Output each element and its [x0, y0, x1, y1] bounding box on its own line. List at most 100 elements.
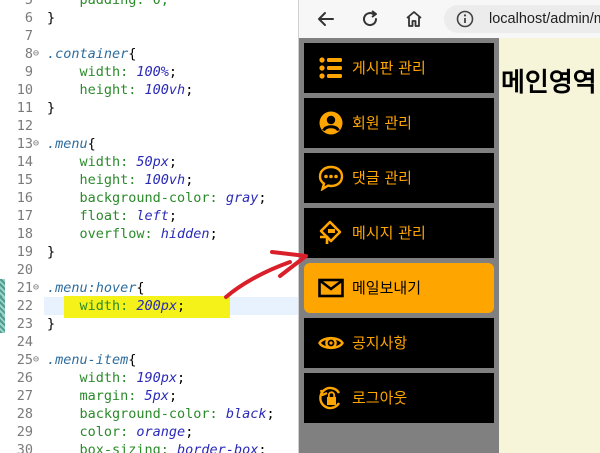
code-line[interactable]: 19}	[0, 243, 298, 261]
code-token: 200px	[136, 298, 178, 314]
code-text: }	[47, 99, 55, 117]
code-token: height:	[47, 82, 145, 98]
reload-icon[interactable]	[357, 6, 383, 32]
code-token: }	[47, 10, 56, 26]
code-token: width:	[47, 298, 137, 314]
code-token: ;	[168, 64, 178, 80]
code-line[interactable]: 29 color: orange;	[0, 423, 298, 441]
line-number: 20	[16, 262, 33, 278]
code-line[interactable]: 16 background-color: gray;	[0, 189, 298, 207]
code-token: ;	[185, 82, 194, 98]
code-line[interactable]: 12	[0, 117, 298, 135]
code-line[interactable]: 24	[0, 333, 298, 351]
code-token: }	[47, 244, 56, 260]
code-token: }	[47, 100, 56, 116]
code-line[interactable]: 17 float: left;	[0, 207, 298, 225]
code-text: .container{	[47, 45, 136, 63]
code-token: ;	[168, 154, 178, 170]
code-text: .menu:hover{	[47, 279, 145, 297]
line-number: 16	[16, 190, 33, 206]
code-line[interactable]: 7	[0, 27, 298, 45]
code-token: color:	[47, 424, 137, 440]
line-number: 13	[16, 136, 33, 152]
line-number: 18	[16, 226, 33, 242]
address-bar[interactable]: localhost/admin/m	[444, 5, 600, 33]
code-token: 100vh	[144, 172, 186, 188]
code-editor[interactable]: 5 padding: 0; 6} 7 8 ⊖ .container{9 width: 10…	[0, 0, 298, 453]
fold-toggle-icon[interactable]: ⊖	[33, 45, 43, 63]
menu-item-board[interactable]: 게시판 관리	[304, 43, 494, 93]
line-number: 8	[24, 46, 33, 62]
code-token: width:	[47, 370, 137, 386]
code-line[interactable]: 26 width: 190px;	[0, 369, 298, 387]
side-menu[interactable]: 게시판 관리 회원 관리 댓글 관리 메시지 관리 메일보내기 공지사항 로그아…	[299, 38, 499, 453]
code-token: ;	[168, 208, 178, 224]
code-line[interactable]: 27 margin: 5px;	[0, 387, 298, 405]
line-number: 12	[16, 118, 33, 134]
line-number: 15	[16, 172, 33, 188]
fold-toggle-icon[interactable]: ⊖	[33, 135, 43, 153]
code-token: ;	[209, 226, 218, 242]
code-line[interactable]: 13 ⊖ .menu{	[0, 135, 298, 153]
code-text: height: 100vh;	[47, 81, 194, 99]
code-token: height:	[47, 172, 145, 188]
fold-toggle-icon[interactable]: ⊖	[33, 351, 43, 369]
line-number: 9	[24, 64, 33, 80]
code-line[interactable]: 25 ⊖ .menu-item{	[0, 351, 298, 369]
code-line[interactable]: 20	[0, 261, 298, 279]
code-text: .menu{	[47, 135, 96, 153]
code-line[interactable]: 18 overflow: hidden;	[0, 225, 298, 243]
code-text: }	[47, 243, 55, 261]
menu-item-label: 로그아웃	[352, 389, 408, 407]
info-icon[interactable]	[456, 10, 474, 28]
code-text: padding: 0;	[47, 0, 169, 9]
menu-item-logout[interactable]: 로그아웃	[304, 373, 494, 423]
code-line[interactable]: 9 width: 100%;	[0, 63, 298, 81]
menu-item-comments[interactable]: 댓글 관리	[304, 153, 494, 203]
fold-toggle-icon[interactable]: ⊖	[33, 279, 43, 297]
code-line[interactable]: 14 width: 50px;	[0, 153, 298, 171]
code-token: left	[136, 208, 169, 224]
browser-toolbar: localhost/admin/m	[299, 0, 600, 38]
back-arrow-icon[interactable]	[313, 6, 339, 32]
menu-item-members[interactable]: 회원 관리	[304, 98, 494, 148]
menu-item-notice[interactable]: 공지사항	[304, 318, 494, 368]
page-viewport: 게시판 관리 회원 관리 댓글 관리 메시지 관리 메일보내기 공지사항 로그아…	[299, 38, 600, 453]
code-line[interactable]: 22 width: 200px;	[0, 297, 298, 315]
code-line[interactable]: 5 padding: 0;	[0, 0, 298, 9]
code-token: {	[136, 280, 145, 296]
code-token: 50px	[136, 154, 169, 170]
code-line[interactable]: 30 box-sizing: border-box;	[0, 441, 298, 453]
code-line[interactable]: 28 background-color: black;	[0, 405, 298, 423]
code-token: ;	[258, 190, 267, 206]
code-text: margin: 5px;	[47, 387, 178, 405]
menu-item-label: 댓글 관리	[352, 169, 412, 187]
line-number: 14	[16, 154, 33, 170]
code-token: black	[225, 406, 267, 422]
line-number: 28	[16, 406, 33, 422]
menu-item-send-mail[interactable]: 메일보내기	[304, 263, 494, 313]
code-text: color: orange;	[47, 423, 194, 441]
code-text: width: 50px;	[47, 153, 178, 171]
line-number: 24	[16, 334, 33, 350]
code-token: border-box	[177, 442, 259, 453]
line-number: 27	[16, 388, 33, 404]
code-text: width: 190px;	[47, 369, 186, 387]
code-line[interactable]: 11}	[0, 99, 298, 117]
code-token: box-sizing:	[47, 442, 178, 453]
home-icon[interactable]	[401, 6, 427, 32]
code-token: {	[128, 352, 137, 368]
code-text: }	[47, 315, 55, 333]
line-number: 29	[16, 424, 33, 440]
code-line[interactable]: 21 ⊖ .menu:hover{	[0, 279, 298, 297]
code-token: width:	[47, 64, 137, 80]
code-token: .menu	[47, 136, 88, 152]
code-token: {	[87, 136, 96, 152]
code-line[interactable]: 10 height: 100vh;	[0, 81, 298, 99]
menu-item-messages[interactable]: 메시지 관리	[304, 208, 494, 258]
line-number: 23	[16, 316, 33, 332]
code-line[interactable]: 23}	[0, 315, 298, 333]
code-line[interactable]: 8 ⊖ .container{	[0, 45, 298, 63]
code-line[interactable]: 6}	[0, 9, 298, 27]
code-line[interactable]: 15 height: 100vh;	[0, 171, 298, 189]
